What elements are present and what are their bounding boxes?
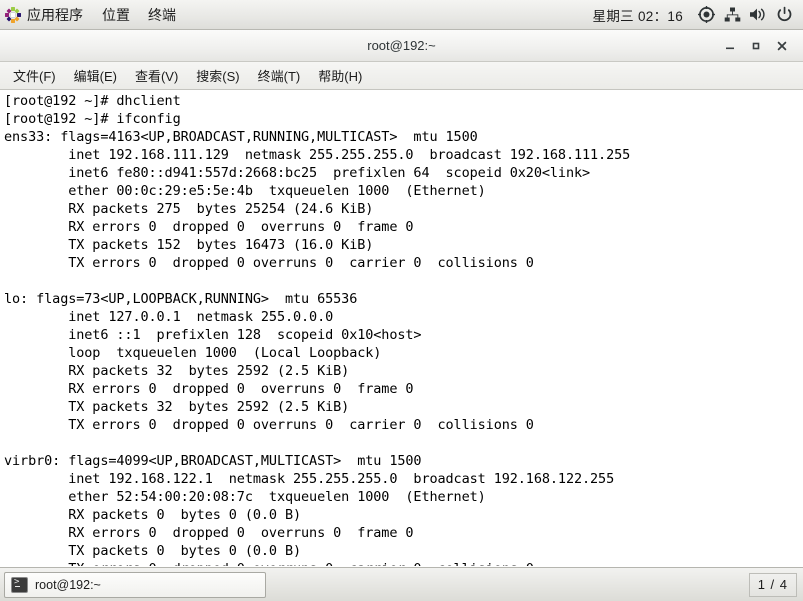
terminal-line: inet6 ::1 prefixlen 128 scopeid 0x10<hos…: [4, 326, 803, 344]
terminal-line: RX packets 0 bytes 0 (0.0 B): [4, 506, 803, 524]
terminal-line: [4, 434, 803, 452]
terminal-line: [root@192 ~]# ifconfig: [4, 110, 803, 128]
terminal-line: RX packets 32 bytes 2592 (2.5 KiB): [4, 362, 803, 380]
network-icon[interactable]: [719, 0, 745, 29]
terminal-line: inet 127.0.0.1 netmask 255.0.0.0: [4, 308, 803, 326]
terminal-icon: [11, 577, 28, 593]
workspace-switcher[interactable]: 1 / 4: [749, 573, 797, 597]
terminal-line: RX packets 275 bytes 25254 (24.6 KiB): [4, 200, 803, 218]
applications-logo-icon: [4, 6, 22, 24]
terminal-line: RX errors 0 dropped 0 overruns 0 frame 0: [4, 218, 803, 236]
terminal-line: TX errors 0 dropped 0 overruns 0 carrier…: [4, 416, 803, 434]
minimize-button[interactable]: [717, 33, 743, 59]
clock[interactable]: 星期三 02：16: [583, 5, 693, 25]
menubar: 文件(F) 编辑(E) 查看(V) 搜索(S) 终端(T) 帮助(H): [0, 62, 803, 90]
menu-file[interactable]: 文件(F): [4, 63, 65, 88]
window-controls: [717, 30, 795, 62]
taskbar-item-label: root@192:~: [35, 578, 101, 592]
location-icon[interactable]: [693, 0, 719, 29]
terminal-viewport[interactable]: [root@192 ~]# dhclient[root@192 ~]# ifco…: [0, 90, 803, 566]
maximize-button[interactable]: [743, 33, 769, 59]
close-button[interactable]: [769, 33, 795, 59]
terminal-line: lo: flags=73<UP,LOOPBACK,RUNNING> mtu 65…: [4, 290, 803, 308]
menu-search[interactable]: 搜索(S): [187, 63, 248, 88]
places-menu[interactable]: 位置: [93, 0, 139, 29]
terminal-line: TX errors 0 dropped 0 overruns 0 carrier…: [4, 560, 803, 566]
power-icon[interactable]: [771, 0, 797, 29]
terminal-line: inet6 fe80::d941:557d:2668:bc25 prefixle…: [4, 164, 803, 182]
terminal-line: inet 192.168.111.129 netmask 255.255.255…: [4, 146, 803, 164]
menu-view[interactable]: 查看(V): [126, 63, 187, 88]
terminal-line: inet 192.168.122.1 netmask 255.255.255.0…: [4, 470, 803, 488]
top-panel: 应用程序 位置 终端 星期三 02：16: [0, 0, 803, 30]
terminal-line: [root@192 ~]# dhclient: [4, 92, 803, 110]
top-panel-menus: 应用程序 位置 终端: [0, 0, 185, 29]
desktop-screen: 应用程序 位置 终端 星期三 02：16: [0, 0, 803, 601]
terminal-line: ether 00:0c:29:e5:5e:4b txqueuelen 1000 …: [4, 182, 803, 200]
terminal-line: TX packets 0 bytes 0 (0.0 B): [4, 542, 803, 560]
terminal-line: RX errors 0 dropped 0 overruns 0 frame 0: [4, 380, 803, 398]
terminal-output[interactable]: [root@192 ~]# dhclient[root@192 ~]# ifco…: [0, 90, 803, 566]
terminal-window: root@192:~: [0, 30, 803, 567]
menu-help[interactable]: 帮助(H): [309, 63, 371, 88]
workspace-indicator-label: 1 / 4: [758, 577, 788, 592]
terminal-line: ether 52:54:00:20:08:7c txqueuelen 1000 …: [4, 488, 803, 506]
places-menu-label: 位置: [102, 5, 130, 25]
terminal-line: TX errors 0 dropped 0 overruns 0 carrier…: [4, 254, 803, 272]
bottom-panel: root@192:~ 1 / 4: [0, 567, 803, 601]
window-titlebar[interactable]: root@192:~: [0, 30, 803, 62]
menu-edit[interactable]: 编辑(E): [65, 63, 126, 88]
terminal-line: RX errors 0 dropped 0 overruns 0 frame 0: [4, 524, 803, 542]
volume-icon[interactable]: [745, 0, 771, 29]
terminal-line: TX packets 152 bytes 16473 (16.0 KiB): [4, 236, 803, 254]
terminal-line: TX packets 32 bytes 2592 (2.5 KiB): [4, 398, 803, 416]
terminal-line: [4, 272, 803, 290]
applications-menu[interactable]: 应用程序: [0, 0, 93, 29]
window-title: root@192:~: [367, 38, 436, 53]
terminal-line: ens33: flags=4163<UP,BROADCAST,RUNNING,M…: [4, 128, 803, 146]
terminal-menu[interactable]: 终端: [139, 0, 185, 29]
menu-terminal[interactable]: 终端(T): [249, 63, 310, 88]
terminal-menu-label: 终端: [148, 5, 176, 25]
taskbar-item-terminal[interactable]: root@192:~: [4, 572, 266, 598]
applications-menu-label: 应用程序: [27, 5, 83, 25]
terminal-line: loop txqueuelen 1000 (Local Loopback): [4, 344, 803, 362]
top-panel-tray: 星期三 02：16: [583, 0, 803, 29]
terminal-line: virbr0: flags=4099<UP,BROADCAST,MULTICAS…: [4, 452, 803, 470]
